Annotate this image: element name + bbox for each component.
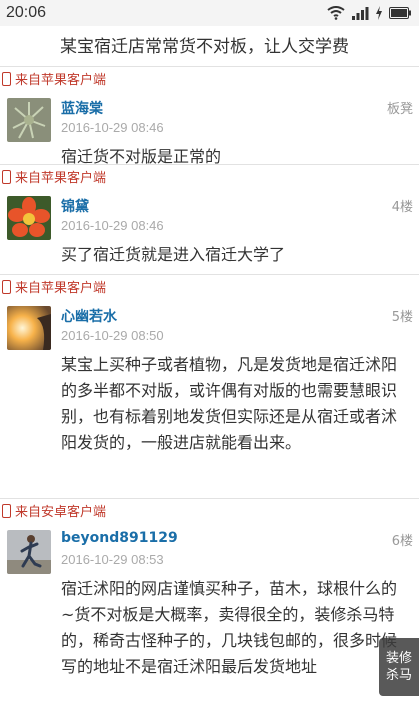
client-source-label: 来自苹果客户端 — [15, 73, 107, 88]
runner-avatar-icon — [7, 530, 51, 574]
username[interactable]: 心幽若水 — [61, 306, 117, 326]
phone-icon — [2, 71, 11, 86]
post-content: 宿迁沭阳的网店谨慎买种子，苗木，球根什么的~货不对板是大概率，卖得很全的，装修杀… — [61, 579, 398, 676]
status-time: 20:06 — [6, 4, 47, 21]
avatar[interactable] — [7, 530, 51, 574]
reply-feed[interactable]: 某宝宿迁店常常货不对板，让人交学费 来自苹果客户端 蓝海棠 板凳 2016-10… — [0, 26, 419, 715]
client-source-bar: 来自安卓客户端 — [0, 498, 419, 522]
post-content: 某宝上买种子或者植物，凡是发货地是宿迁沭阳的多半都不对版，或许偶有对版的也需要慧… — [61, 355, 398, 452]
succulent-plant-avatar-icon — [7, 98, 51, 142]
floor-label: 6楼 — [391, 534, 413, 549]
reply-post: 心幽若水 5楼 2016-10-29 08:50 某宝上买种子或者植物，凡是发货… — [0, 298, 419, 498]
post-date: 2016-10-29 08:46 — [61, 218, 164, 233]
post-date: 2016-10-29 08:46 — [61, 120, 164, 135]
post-date: 2016-10-29 08:53 — [61, 552, 164, 567]
avatar[interactable] — [7, 196, 51, 240]
post-content: 买了宿迁货就是进入宿迁大学了 — [61, 245, 286, 264]
floor-label: 5楼 — [391, 310, 413, 325]
username[interactable]: 蓝海棠 — [61, 98, 103, 118]
phone-icon — [2, 169, 11, 184]
username[interactable]: 锦黛 — [61, 196, 89, 216]
reply-post: 锦黛 4楼 2016-10-29 08:46 买了宿迁货就是进入宿迁大学了 — [0, 188, 419, 274]
floor-label: 板凳 — [386, 102, 413, 117]
signal-icon — [351, 6, 369, 20]
avatar[interactable] — [7, 98, 51, 142]
flower-avatar-icon — [7, 196, 51, 240]
post-content: 宿迁货不对版是正常的 — [61, 147, 222, 166]
client-source-label: 来自苹果客户端 — [15, 281, 107, 296]
client-source-label: 来自安卓客户端 — [15, 505, 107, 520]
client-source-bar: 来自苹果客户端 — [0, 66, 419, 90]
sunset-avatar-icon — [7, 306, 51, 350]
phone-icon — [2, 503, 11, 518]
reply-post: 蓝海棠 板凳 2016-10-29 08:46 宿迁货不对版是正常的 — [0, 90, 419, 166]
floating-button-line2: 杀马 — [385, 668, 412, 683]
status-icons — [327, 6, 411, 20]
floating-button-line1: 装修 — [385, 651, 412, 666]
post-date: 2016-10-29 08:50 — [61, 328, 164, 343]
phone-icon — [2, 279, 11, 294]
floating-action-button[interactable]: 装修 杀马 — [379, 638, 419, 696]
floor-label: 4楼 — [391, 200, 413, 215]
previous-reply-text: 某宝宿迁店常常货不对板，让人交学费 — [60, 37, 349, 57]
status-bar: 20:06 — [0, 0, 419, 26]
wifi-icon — [327, 6, 345, 20]
avatar[interactable] — [7, 306, 51, 350]
reply-post: beyond891129 6楼 2016-10-29 08:53 宿迁沭阳的网店… — [0, 522, 419, 708]
charging-icon — [375, 6, 383, 20]
client-source-bar: 来自苹果客户端 — [0, 274, 419, 298]
username[interactable]: beyond891129 — [61, 530, 178, 546]
battery-icon — [389, 7, 411, 19]
